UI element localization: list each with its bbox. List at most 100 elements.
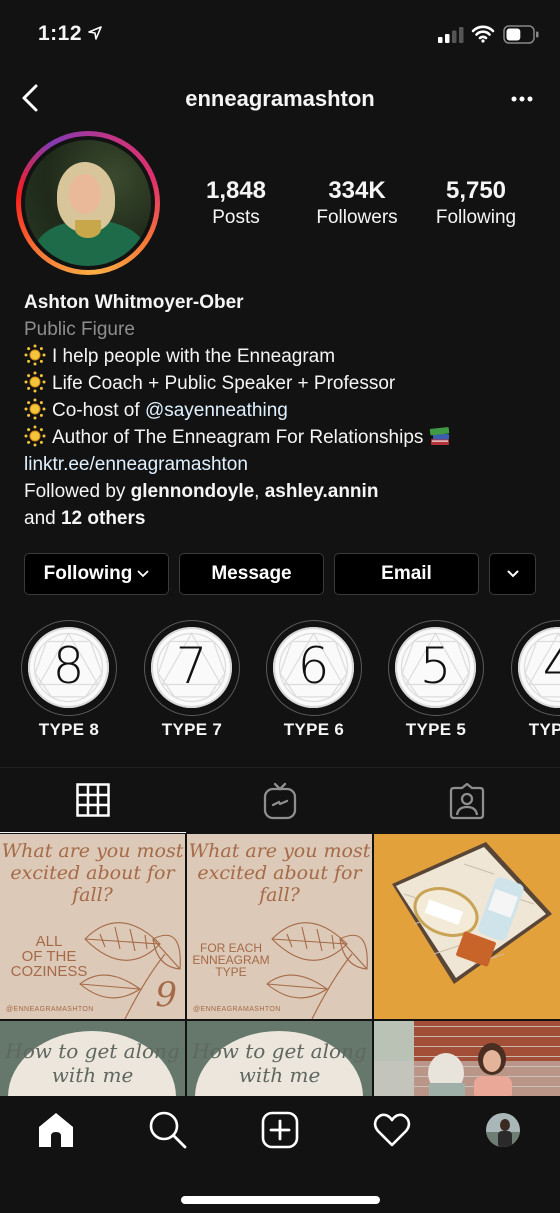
story-highlights: 8 TYPE 8 7 TYPE 7 6 TYPE 6 5 TYPE 5 4 TY… — [0, 620, 560, 745]
highlight-ring: 6 — [266, 620, 362, 716]
email-button-label: Email — [381, 563, 432, 584]
post-script-text: How to get along with me — [5, 1039, 180, 1087]
highlight-number: 4 — [542, 637, 560, 695]
highlight-number: 8 — [52, 637, 85, 695]
profile-content-tabs — [0, 767, 560, 833]
post-caps-line: OF THE — [21, 948, 77, 965]
followed-by-and: and — [24, 508, 61, 529]
post-thumbnail[interactable]: What are you most excited about for fall… — [187, 834, 372, 1019]
profile-bio: Ashton Whitmoyer-Ober Public Figure I he… — [24, 289, 544, 532]
chevron-down-icon — [507, 570, 518, 578]
profile-username-title: enneagramashton — [185, 86, 375, 111]
highlight-item[interactable]: 4 TYPE 4 — [511, 620, 560, 740]
post-thumbnail[interactable]: How to get along with me — [0, 1021, 185, 1096]
books-icon — [430, 427, 450, 445]
stat-following[interactable]: 5,750 Following — [426, 176, 526, 230]
message-button-label: Message — [211, 563, 292, 584]
followed-by-user[interactable]: ashley.annin — [265, 481, 379, 502]
highlight-ring: 4 — [511, 620, 560, 716]
bio-line: Co-host of @sayenneathing — [24, 397, 544, 424]
status-bar: 1:12 — [0, 0, 560, 66]
bio-line-text: Co-host of — [52, 400, 145, 421]
following-button[interactable]: Following — [24, 553, 169, 595]
post-script-text: What are you most excited about for fall… — [1, 840, 184, 906]
bottom-navigation-bar — [0, 1096, 560, 1213]
highlight-label: TYPE 6 — [283, 720, 345, 739]
post-thumbnail[interactable]: How to get along with me — [187, 1021, 372, 1096]
stat-followers[interactable]: 334K Followers — [304, 176, 410, 230]
highlight-ring: 7 — [144, 620, 240, 716]
wifi-icon — [471, 25, 495, 43]
post-thumbnail[interactable]: What are you most excited about for fall… — [0, 834, 185, 1019]
post-caps-line: ALL — [35, 933, 63, 950]
home-indicator[interactable] — [181, 1196, 380, 1204]
plus-square-icon[interactable] — [260, 1110, 300, 1150]
post-grid: What are you most excited about for fall… — [0, 834, 560, 1096]
stat-following-value: 5,750 — [445, 177, 507, 204]
followed-by-separator: , — [254, 481, 265, 502]
post-script-text: How to get along with me — [192, 1039, 367, 1087]
highlight-label: TYPE 7 — [161, 720, 223, 739]
nav-header: enneagramashton — [0, 66, 560, 130]
followed-by-others-count[interactable]: 12 others — [61, 508, 145, 529]
highlight-item[interactable]: 8 TYPE 8 — [21, 620, 117, 740]
post-caps-text: FOR EACH ENNEAGRAM TYPE — [191, 942, 271, 978]
followed-by[interactable]: Followed by glennondoyle, ashley.annin — [24, 478, 544, 505]
more-options-button[interactable] — [510, 94, 534, 104]
post-script-text: What are you most excited about for fall… — [188, 840, 371, 906]
suggested-accounts-button[interactable] — [489, 553, 536, 595]
post-thumbnail[interactable] — [374, 834, 560, 1019]
followed-by-others[interactable]: and 12 others — [24, 505, 544, 532]
search-icon[interactable] — [148, 1110, 188, 1150]
post-thumbnail[interactable] — [374, 1021, 560, 1096]
tab-tagged[interactable] — [374, 768, 560, 833]
post-caps-text: ALL OF THE COZINESS — [4, 934, 94, 979]
bio-website-link[interactable]: linktr.ee/enneagramashton — [24, 451, 544, 478]
bio-line-text: I help people with the Enneagram — [52, 346, 336, 367]
tab-grid[interactable] — [0, 768, 186, 833]
post-handle: @ENNEAGRAMASHTON — [193, 1006, 281, 1013]
stat-following-label: Following — [435, 207, 517, 228]
highlight-number: 7 — [175, 637, 208, 695]
chevron-down-icon — [137, 570, 149, 578]
location-arrow-icon — [88, 26, 102, 40]
status-time: 1:12 — [38, 22, 83, 45]
profile-category: Public Figure — [24, 319, 135, 340]
highlight-number: 5 — [419, 637, 452, 695]
highlight-item[interactable]: 6 TYPE 6 — [266, 620, 362, 740]
two-women-photo — [374, 1021, 560, 1096]
stat-followers-label: Followers — [316, 207, 398, 228]
bio-line-text: Life Coach + Public Speaker + Professor — [52, 373, 396, 394]
profile-full-name: Ashton Whitmoyer-Ober — [24, 292, 244, 313]
post-caps-line: TYPE — [215, 965, 247, 979]
highlight-item[interactable]: 5 TYPE 5 — [388, 620, 484, 740]
profile-action-buttons: Following Message Email — [24, 553, 536, 595]
profile-avatar — [25, 140, 151, 266]
bio-line: I help people with the Enneagram — [24, 343, 544, 370]
bio-mention-link[interactable]: @sayenneathing — [145, 400, 288, 421]
home-icon[interactable] — [36, 1110, 76, 1150]
followed-by-prefix: Followed by — [24, 481, 131, 502]
highlight-item[interactable]: 7 TYPE 7 — [144, 620, 240, 740]
bio-line: Author of The Enneagram For Relationship… — [24, 424, 544, 451]
followed-by-user[interactable]: glennondoyle — [131, 481, 255, 502]
gift-box-photo — [392, 842, 552, 984]
highlight-label: TYPE 8 — [38, 720, 100, 739]
stat-posts-value: 1,848 — [205, 177, 267, 204]
bio-line: Life Coach + Public Speaker + Professor — [24, 370, 544, 397]
stat-posts-label: Posts — [212, 207, 260, 228]
post-corner-number: 9 — [155, 975, 177, 1015]
sun-icon — [24, 398, 46, 420]
highlight-label: TYPE 5 — [405, 720, 467, 739]
stat-posts[interactable]: 1,848 Posts — [188, 176, 284, 230]
tab-igtv[interactable] — [187, 768, 373, 833]
post-handle: @ENNEAGRAMASHTON — [6, 1006, 94, 1013]
profile-avatar-story-ring[interactable] — [16, 131, 160, 275]
profile-stats: 1,848 Posts 334K Followers 5,750 Followi… — [176, 176, 560, 236]
highlight-cover: 5 — [395, 627, 476, 708]
battery-icon — [503, 25, 539, 44]
heart-icon[interactable] — [372, 1110, 412, 1150]
profile-avatar-icon[interactable] — [485, 1112, 521, 1148]
message-button[interactable]: Message — [179, 553, 324, 595]
email-button[interactable]: Email — [334, 553, 479, 595]
